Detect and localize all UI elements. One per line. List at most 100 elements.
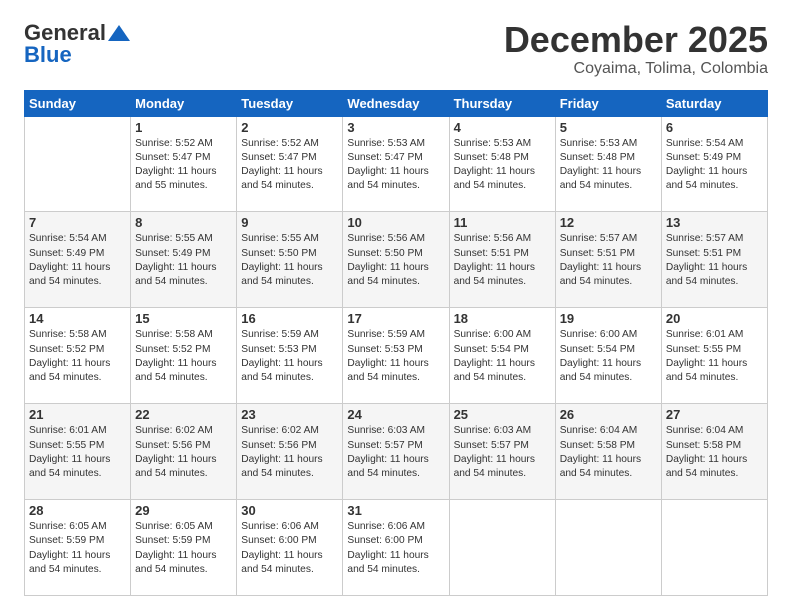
day-info: Sunrise: 6:03 AMSunset: 5:57 PMDaylight:…	[454, 424, 551, 481]
day-info: Sunrise: 6:03 AMSunset: 5:57 PMDaylight:…	[347, 424, 444, 481]
calendar-header-sunday: Sunday	[25, 90, 131, 116]
calendar-cell: 30 Sunrise: 6:06 AMSunset: 6:00 PMDayligh…	[237, 500, 343, 596]
calendar-header-tuesday: Tuesday	[237, 90, 343, 116]
calendar-cell: 23 Sunrise: 6:02 AMSunset: 5:56 PMDayligh…	[237, 404, 343, 500]
logo-icon	[108, 25, 130, 41]
day-number: 15	[135, 311, 232, 326]
calendar-cell	[555, 500, 661, 596]
day-info: Sunrise: 5:52 AMSunset: 5:47 PMDaylight:…	[241, 137, 338, 194]
logo-blue: Blue	[24, 42, 72, 68]
calendar-cell: 21Sunrise: 6:01 AMSunset: 5:55 PMDayligh…	[25, 404, 131, 500]
day-number: 18	[454, 311, 551, 326]
day-number: 27	[666, 407, 763, 422]
day-info: Sunrise: 5:58 AMSunset: 5:52 PMDaylight:…	[135, 328, 232, 385]
day-number: 13	[666, 215, 763, 230]
day-info: Sunrise: 5:59 AMSunset: 5:53 PMDaylight:…	[347, 328, 444, 385]
day-number: 31	[347, 503, 444, 518]
calendar-cell: 29Sunrise: 6:05 AMSunset: 5:59 PMDayligh…	[131, 500, 237, 596]
day-number: 20	[666, 311, 763, 326]
day-number: 23	[241, 407, 338, 422]
calendar-cell	[661, 500, 767, 596]
day-number: 16	[241, 311, 338, 326]
day-info: Sunrise: 6:00 AMSunset: 5:54 PMDaylight:…	[454, 328, 551, 385]
day-number: 28	[29, 503, 126, 518]
day-info: Sunrise: 6:05 AMSunset: 5:59 PMDaylight:…	[29, 520, 126, 577]
day-number: 8	[135, 215, 232, 230]
calendar-week-row: 14 Sunrise: 5:58 AMSunset: 5:52 PMDayligh…	[25, 308, 768, 404]
calendar-cell: 6Sunrise: 5:54 AMSunset: 5:49 PMDaylight…	[661, 116, 767, 212]
day-number: 17	[347, 311, 444, 326]
calendar-week-row: 21Sunrise: 6:01 AMSunset: 5:55 PMDayligh…	[25, 404, 768, 500]
calendar-cell: 20 Sunrise: 6:01 AMSunset: 5:55 PMDayligh…	[661, 308, 767, 404]
calendar-cell: 9 Sunrise: 5:55 AMSunset: 5:50 PMDaylight…	[237, 212, 343, 308]
calendar-cell: 25 Sunrise: 6:03 AMSunset: 5:57 PMDayligh…	[449, 404, 555, 500]
calendar-cell: 16Sunrise: 5:59 AMSunset: 5:53 PMDayligh…	[237, 308, 343, 404]
day-number: 22	[135, 407, 232, 422]
day-number: 6	[666, 120, 763, 135]
day-info: Sunrise: 6:01 AMSunset: 5:55 PMDaylight:…	[666, 328, 763, 385]
calendar-cell: 19 Sunrise: 6:00 AMSunset: 5:54 PMDayligh…	[555, 308, 661, 404]
calendar-cell: 27Sunrise: 6:04 AMSunset: 5:58 PMDayligh…	[661, 404, 767, 500]
calendar-header-thursday: Thursday	[449, 90, 555, 116]
calendar-header-friday: Friday	[555, 90, 661, 116]
calendar-cell	[449, 500, 555, 596]
day-info: Sunrise: 5:55 AMSunset: 5:49 PMDaylight:…	[135, 232, 232, 289]
calendar-cell: 22 Sunrise: 6:02 AMSunset: 5:56 PMDayligh…	[131, 404, 237, 500]
day-info: Sunrise: 5:56 AMSunset: 5:51 PMDaylight:…	[454, 232, 551, 289]
calendar-cell: 11Sunrise: 5:56 AMSunset: 5:51 PMDayligh…	[449, 212, 555, 308]
day-number: 12	[560, 215, 657, 230]
day-number: 25	[454, 407, 551, 422]
calendar-cell: 7Sunrise: 5:54 AMSunset: 5:49 PMDaylight…	[25, 212, 131, 308]
day-number: 30	[241, 503, 338, 518]
day-number: 3	[347, 120, 444, 135]
calendar-cell: 17 Sunrise: 5:59 AMSunset: 5:53 PMDayligh…	[343, 308, 449, 404]
day-info: Sunrise: 5:56 AMSunset: 5:50 PMDaylight:…	[347, 232, 444, 289]
day-info: Sunrise: 5:53 AMSunset: 5:48 PMDaylight:…	[560, 137, 657, 194]
day-number: 14	[29, 311, 126, 326]
calendar-cell: 28 Sunrise: 6:05 AMSunset: 5:59 PMDayligh…	[25, 500, 131, 596]
day-info: Sunrise: 5:54 AMSunset: 5:49 PMDaylight:…	[29, 232, 126, 289]
day-number: 4	[454, 120, 551, 135]
calendar-week-row: 1 Sunrise: 5:52 AMSunset: 5:47 PMDaylight…	[25, 116, 768, 212]
calendar-header-wednesday: Wednesday	[343, 90, 449, 116]
calendar-cell	[25, 116, 131, 212]
calendar-cell: 12 Sunrise: 5:57 AMSunset: 5:51 PMDayligh…	[555, 212, 661, 308]
day-info: Sunrise: 5:52 AMSunset: 5:47 PMDaylight:…	[135, 137, 232, 194]
calendar-header-monday: Monday	[131, 90, 237, 116]
calendar-cell: 26Sunrise: 6:04 AMSunset: 5:58 PMDayligh…	[555, 404, 661, 500]
calendar-week-row: 28 Sunrise: 6:05 AMSunset: 5:59 PMDayligh…	[25, 500, 768, 596]
day-number: 19	[560, 311, 657, 326]
day-info: Sunrise: 5:57 AMSunset: 5:51 PMDaylight:…	[560, 232, 657, 289]
day-info: Sunrise: 5:55 AMSunset: 5:50 PMDaylight:…	[241, 232, 338, 289]
calendar-cell: 2 Sunrise: 5:52 AMSunset: 5:47 PMDaylight…	[237, 116, 343, 212]
day-info: Sunrise: 5:53 AMSunset: 5:47 PMDaylight:…	[347, 137, 444, 194]
calendar-header-saturday: Saturday	[661, 90, 767, 116]
day-info: Sunrise: 5:57 AMSunset: 5:51 PMDaylight:…	[666, 232, 763, 289]
day-number: 26	[560, 407, 657, 422]
calendar-header-row: SundayMondayTuesdayWednesdayThursdayFrid…	[25, 90, 768, 116]
calendar-cell: 4 Sunrise: 5:53 AMSunset: 5:48 PMDaylight…	[449, 116, 555, 212]
day-info: Sunrise: 6:06 AMSunset: 6:00 PMDaylight:…	[347, 520, 444, 577]
calendar-week-row: 7Sunrise: 5:54 AMSunset: 5:49 PMDaylight…	[25, 212, 768, 308]
calendar-cell: 31 Sunrise: 6:06 AMSunset: 6:00 PMDayligh…	[343, 500, 449, 596]
calendar-cell: 24Sunrise: 6:03 AMSunset: 5:57 PMDayligh…	[343, 404, 449, 500]
day-info: Sunrise: 5:58 AMSunset: 5:52 PMDaylight:…	[29, 328, 126, 385]
calendar-cell: 15 Sunrise: 5:58 AMSunset: 5:52 PMDayligh…	[131, 308, 237, 404]
calendar-cell: 3 Sunrise: 5:53 AMSunset: 5:47 PMDaylight…	[343, 116, 449, 212]
subtitle: Coyaima, Tolima, Colombia	[504, 60, 768, 78]
day-number: 9	[241, 215, 338, 230]
day-number: 10	[347, 215, 444, 230]
day-info: Sunrise: 5:53 AMSunset: 5:48 PMDaylight:…	[454, 137, 551, 194]
calendar-cell: 13 Sunrise: 5:57 AMSunset: 5:51 PMDayligh…	[661, 212, 767, 308]
header: General Blue December 2025 Coyaima, Toli…	[24, 20, 768, 78]
calendar-cell: 1 Sunrise: 5:52 AMSunset: 5:47 PMDaylight…	[131, 116, 237, 212]
page: General Blue December 2025 Coyaima, Toli…	[0, 0, 792, 612]
day-info: Sunrise: 6:01 AMSunset: 5:55 PMDaylight:…	[29, 424, 126, 481]
day-number: 2	[241, 120, 338, 135]
day-info: Sunrise: 6:06 AMSunset: 6:00 PMDaylight:…	[241, 520, 338, 577]
day-info: Sunrise: 6:00 AMSunset: 5:54 PMDaylight:…	[560, 328, 657, 385]
day-info: Sunrise: 6:02 AMSunset: 5:56 PMDaylight:…	[135, 424, 232, 481]
day-number: 29	[135, 503, 232, 518]
day-info: Sunrise: 6:02 AMSunset: 5:56 PMDaylight:…	[241, 424, 338, 481]
day-number: 1	[135, 120, 232, 135]
